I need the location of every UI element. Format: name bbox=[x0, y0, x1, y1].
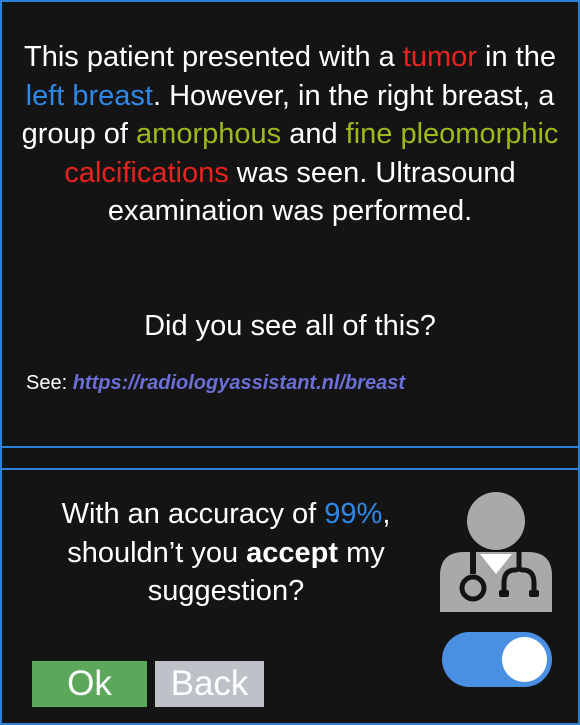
reference-line: See: https://radiologyassistant.nl/breas… bbox=[26, 370, 405, 396]
doctor-icon bbox=[440, 492, 552, 612]
highlight-calcifications: calcifications bbox=[64, 156, 229, 189]
accept-suggestion-toggle[interactable] bbox=[442, 632, 552, 687]
back-button[interactable]: Back bbox=[155, 661, 264, 707]
dialog-frame: This patient presented with a tumor in t… bbox=[0, 0, 580, 725]
message-text: in the bbox=[476, 41, 556, 73]
review-question: Did you see all of this? bbox=[144, 310, 436, 342]
section-divider bbox=[2, 468, 578, 470]
accuracy-value: 99% bbox=[324, 498, 383, 530]
case-message: This patient presented with a tumor in t… bbox=[16, 38, 564, 231]
accept-emphasis: accept bbox=[246, 536, 339, 569]
ai-suggestion-text: With an accuracy of 99%, shouldn’t you a… bbox=[16, 495, 436, 611]
message-text: and bbox=[281, 118, 346, 151]
highlight-left-breast: left breast bbox=[25, 79, 153, 112]
ok-button[interactable]: Ok bbox=[32, 661, 147, 707]
message-text: This patient presented with a bbox=[24, 41, 403, 73]
highlight-fine-pleomorphic: fine pleomorphic bbox=[345, 118, 559, 151]
highlight-tumor: tumor bbox=[402, 41, 477, 73]
reference-label: See: bbox=[26, 372, 73, 394]
highlight-amorphous: amorphous bbox=[136, 118, 282, 151]
toggle-knob bbox=[502, 637, 547, 682]
suggestion-text: With an accuracy of bbox=[61, 498, 325, 530]
case-description-panel: This patient presented with a tumor in t… bbox=[2, 2, 578, 448]
reference-link[interactable]: https://radiologyassistant.nl/breast bbox=[73, 372, 405, 394]
